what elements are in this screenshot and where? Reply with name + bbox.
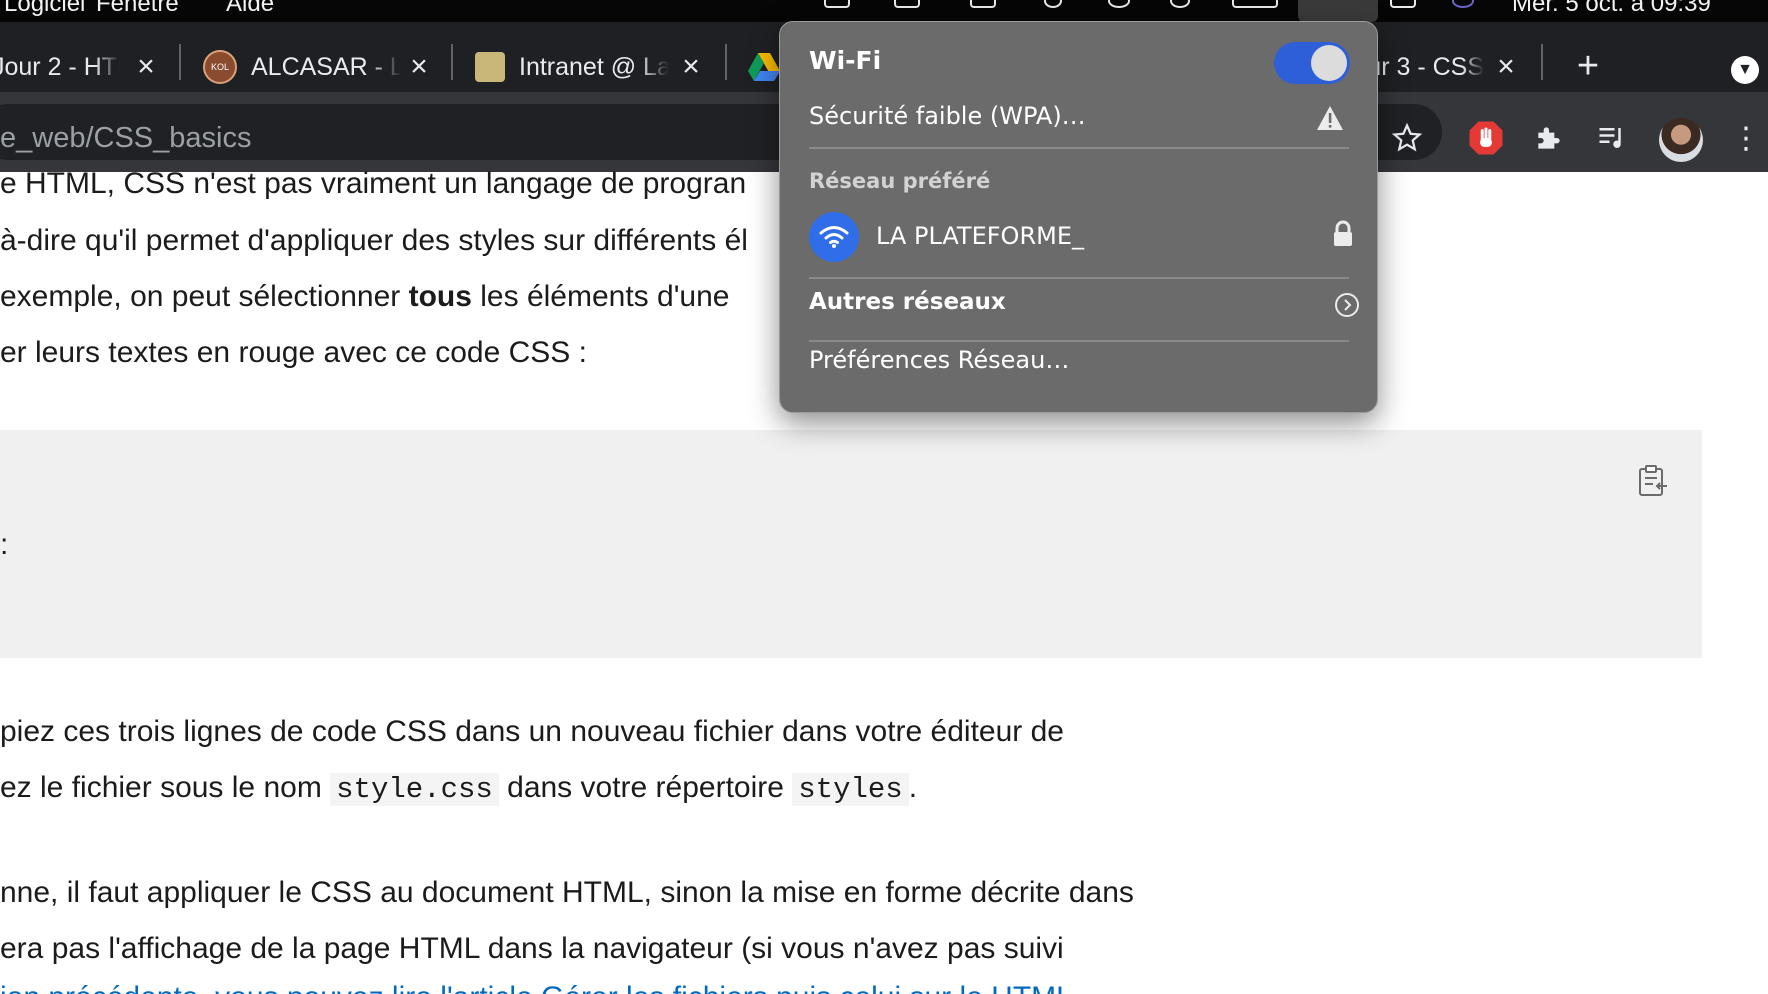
tab-alcasar[interactable]: KOL ALCASAR - Log × <box>203 45 435 89</box>
text-run: . <box>908 771 918 804</box>
tab-separator <box>451 44 453 80</box>
preferred-network-header: Réseau préféré <box>809 169 991 193</box>
tab-separator <box>1541 44 1543 80</box>
google-drive-icon <box>748 53 780 81</box>
alcasar-icon: KOL <box>203 50 237 84</box>
tab-title: ALCASAR - Log <box>251 52 401 81</box>
divider <box>809 147 1349 149</box>
paragraph-line: à-dire qu'il permet d'appliquer des styl… <box>0 224 748 257</box>
intranet-icon <box>475 52 505 82</box>
adblock-extension-icon[interactable] <box>1466 118 1506 158</box>
chevron-right-circle-icon[interactable] <box>1334 292 1360 318</box>
paragraph-line-partial: ion précédente, vous pouvez lire l'artic… <box>0 982 1073 994</box>
tab-close-icon[interactable]: × <box>1490 50 1522 83</box>
menu-item-aide[interactable]: Aide <box>226 0 274 18</box>
battery-icon[interactable] <box>1232 0 1278 8</box>
network-preferences-item[interactable]: Préférences Réseau… <box>809 346 1069 374</box>
address-bar-url[interactable]: e_web/CSS_basics <box>0 122 251 155</box>
security-warning-item[interactable]: Sécurité faible (WPA)… <box>809 102 1086 130</box>
menu-item-fenetre[interactable]: Fenêtre <box>96 0 179 18</box>
paragraph-line: piez ces trois lignes de code CSS dans u… <box>0 715 1064 748</box>
paragraph-line: nne, il faut appliquer le CSS au documen… <box>0 876 1134 909</box>
text-run: les éléments d'une <box>471 280 730 313</box>
time-machine-icon[interactable] <box>1108 0 1130 8</box>
paragraph-line: er leurs textes en rouge avec ce code CS… <box>0 336 587 369</box>
text-run: ez le fichier sous le nom <box>0 771 331 804</box>
code-block <box>0 430 1702 658</box>
divider <box>809 277 1349 279</box>
media-queue-icon[interactable] <box>1592 118 1632 158</box>
tab-close-icon[interactable]: × <box>675 50 707 83</box>
tab-separator <box>725 44 727 80</box>
wifi-toggle[interactable] <box>1274 42 1350 84</box>
status-app-icon-2[interactable] <box>894 0 920 8</box>
extensions-puzzle-icon[interactable] <box>1529 118 1569 158</box>
spotlight-icon[interactable] <box>1170 0 1190 8</box>
text-run: exemple, on peut sélectionner <box>0 280 409 313</box>
wifi-signal-icon <box>809 212 859 262</box>
menu-item-logiciel[interactable]: Logiciel <box>4 0 85 18</box>
new-tab-button[interactable]: + <box>1568 45 1608 87</box>
paragraph-line: exemple, on peut sélectionner tous les é… <box>0 277 729 317</box>
profile-avatar[interactable] <box>1659 118 1703 162</box>
menubar-clock[interactable]: Mer. 5 oct. à 09:39 <box>1512 0 1711 18</box>
tab-jour-3-css[interactable]: Jour 3 - CSS × <box>1374 45 1522 89</box>
control-center-icon[interactable] <box>1390 0 1416 8</box>
text-run: dans votre répertoire <box>498 771 793 804</box>
paragraph-line: era pas l'affichage de la page HTML dans… <box>0 932 1064 965</box>
siri-icon[interactable] <box>1452 0 1474 8</box>
divider <box>809 340 1349 342</box>
toggle-knob <box>1311 45 1347 81</box>
chrome-menu-icon[interactable]: ⋮ <box>1726 118 1766 158</box>
copy-to-clipboard-icon[interactable] <box>1637 464 1669 498</box>
text-run: ion précédente, vous pouvez lire l'artic… <box>0 982 1073 994</box>
tab-title: Intranet @ La <box>519 52 669 81</box>
tab-close-icon[interactable]: × <box>403 50 435 83</box>
paragraph-line: e HTML, CSS n'est pas vraiment un langag… <box>0 167 747 200</box>
inline-code-styles: styles <box>792 773 909 806</box>
display-icon[interactable] <box>970 0 996 8</box>
inline-code-style-css: style.css <box>330 773 499 806</box>
wifi-menubar-icon[interactable] <box>1298 0 1378 22</box>
tab-separator <box>179 44 181 80</box>
wifi-title: Wi-Fi <box>809 46 882 75</box>
tab-title: Jour 2 - HTML <box>0 52 120 81</box>
bold-text: tous <box>408 280 472 313</box>
tab-search-chevron-icon[interactable]: ▼ <box>1731 56 1759 84</box>
tab-title: Jour 3 - CSS <box>1374 52 1484 81</box>
tab-intranet[interactable]: Intranet @ La × <box>475 45 707 89</box>
network-name[interactable]: LA PLATEFORME_ <box>876 222 1084 250</box>
warning-icon <box>1317 106 1343 130</box>
lock-icon <box>1334 220 1352 246</box>
code-block-text: : <box>0 528 9 561</box>
tab-close-icon[interactable]: × <box>130 50 162 83</box>
paragraph-line: ez le fichier sous le nom style.css dans… <box>0 768 917 810</box>
bookmark-star-icon[interactable] <box>1387 118 1427 158</box>
wifi-menu-panel: Wi-Fi Sécurité faible (WPA)… Réseau préf… <box>779 21 1378 413</box>
macos-menu-bar: Logiciel Fenêtre Aide Mer. 5 oct. à 09:3… <box>0 0 1768 22</box>
status-app-icon[interactable] <box>824 0 850 8</box>
tab-jour-2-html[interactable]: Jour 2 - HTML × <box>0 45 162 89</box>
play-icon[interactable] <box>1044 0 1062 8</box>
other-networks-item[interactable]: Autres réseaux <box>809 289 1006 315</box>
